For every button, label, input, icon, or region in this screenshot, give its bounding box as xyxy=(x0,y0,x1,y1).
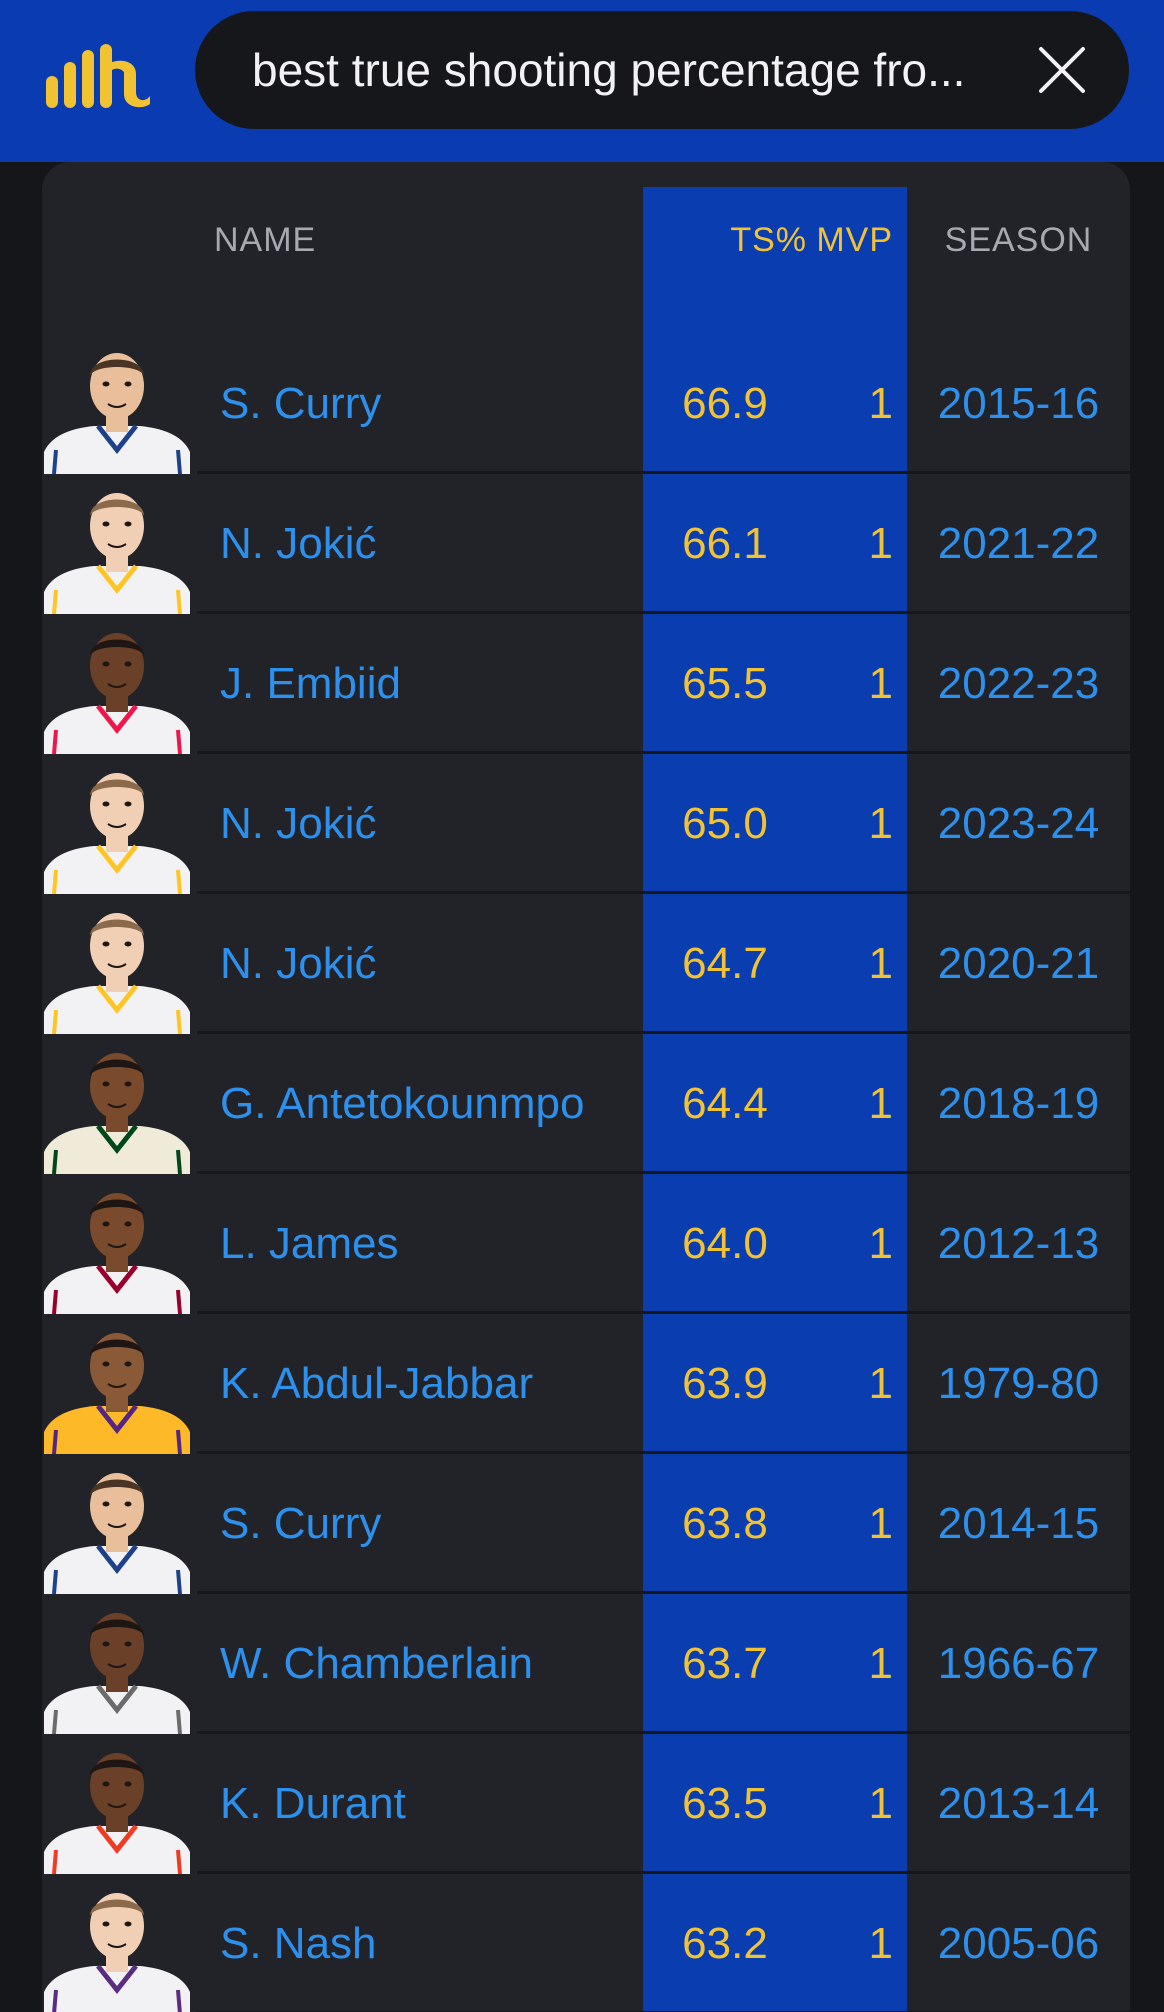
mvp-value: 1 xyxy=(868,1639,893,1688)
ts-value: 63.7 xyxy=(682,1639,768,1688)
player-name[interactable]: N. Jokić xyxy=(220,474,376,614)
player-name[interactable]: G. Antetokounmpo xyxy=(220,1034,584,1174)
ts-value: 64.4 xyxy=(682,1079,768,1128)
player-name[interactable]: N. Jokić xyxy=(220,754,376,894)
season-value[interactable]: 2012-13 xyxy=(907,1174,1130,1314)
ts-value: 63.2 xyxy=(682,1919,768,1968)
ts-value: 66.9 xyxy=(682,379,768,428)
ts-value: 63.5 xyxy=(682,1779,768,1828)
table-row[interactable]: W. Chamberlain 63.7 1 1966-67 xyxy=(42,1594,1130,1734)
mvp-value: 1 xyxy=(868,1079,893,1128)
mvp-value: 1 xyxy=(868,519,893,568)
player-avatar xyxy=(42,1174,192,1314)
player-name[interactable]: S. Nash xyxy=(220,1874,377,2012)
mvp-value: 1 xyxy=(868,799,893,848)
table-row[interactable]: N. Jokić 66.1 1 2021-22 xyxy=(42,474,1130,614)
ts-value: 64.7 xyxy=(682,939,768,988)
table-row[interactable]: K. Abdul-Jabbar 63.9 1 1979-80 xyxy=(42,1314,1130,1454)
table-row[interactable]: S. Curry 63.8 1 2014-15 xyxy=(42,1454,1130,1594)
player-avatar xyxy=(42,894,192,1034)
season-value[interactable]: 2020-21 xyxy=(907,894,1130,1034)
search-query[interactable]: best true shooting percentage fro... xyxy=(252,11,992,129)
season-value[interactable]: 1966-67 xyxy=(907,1594,1130,1734)
search-bar[interactable]: best true shooting percentage fro... xyxy=(195,11,1129,129)
table-row[interactable]: G. Antetokounmpo 64.4 1 2018-19 xyxy=(42,1034,1130,1174)
season-value[interactable]: 1979-80 xyxy=(907,1314,1130,1454)
table-header: NAME TS% MVP SEASON xyxy=(42,162,1130,334)
table-row[interactable]: L. James 64.0 1 2012-13 xyxy=(42,1174,1130,1314)
season-value[interactable]: 2023-24 xyxy=(907,754,1130,894)
ts-value: 64.0 xyxy=(682,1219,768,1268)
season-value[interactable]: 2014-15 xyxy=(907,1454,1130,1594)
table-row[interactable]: N. Jokić 65.0 1 2023-24 xyxy=(42,754,1130,894)
mvp-value: 1 xyxy=(868,1219,893,1268)
mvp-value: 1 xyxy=(868,939,893,988)
player-avatar xyxy=(42,1594,192,1734)
table-row[interactable]: J. Embiid 65.5 1 2022-23 xyxy=(42,614,1130,754)
player-avatar xyxy=(42,1734,192,1874)
top-bar: best true shooting percentage fro... xyxy=(0,0,1164,162)
header-ts[interactable]: TS% xyxy=(643,221,807,260)
player-name[interactable]: L. James xyxy=(220,1174,399,1314)
mvp-value: 1 xyxy=(868,1779,893,1828)
player-avatar xyxy=(42,1454,192,1594)
close-icon[interactable] xyxy=(1037,45,1087,95)
mvp-value: 1 xyxy=(868,379,893,428)
ts-value: 63.8 xyxy=(682,1499,768,1548)
season-value[interactable]: 2013-14 xyxy=(907,1734,1130,1874)
player-name[interactable]: J. Embiid xyxy=(220,614,401,754)
player-avatar xyxy=(42,1874,192,2012)
season-value[interactable]: 2018-19 xyxy=(907,1034,1130,1174)
player-avatar xyxy=(42,334,192,474)
mvp-value: 1 xyxy=(868,1359,893,1408)
header-season[interactable]: SEASON xyxy=(907,221,1130,260)
season-value[interactable]: 2022-23 xyxy=(907,614,1130,754)
header-name[interactable]: NAME xyxy=(214,221,316,260)
ts-value: 63.9 xyxy=(682,1359,768,1408)
player-name[interactable]: S. Curry xyxy=(220,334,381,474)
header-mvp[interactable]: MVP xyxy=(807,221,893,260)
player-avatar xyxy=(42,474,192,614)
player-avatar xyxy=(42,614,192,754)
ts-value: 65.0 xyxy=(682,799,768,848)
mvp-value: 1 xyxy=(868,659,893,708)
results-table: NAME TS% MVP SEASON S. Curry 66.9 1 2015-16… xyxy=(42,162,1130,2012)
app-logo-icon[interactable] xyxy=(46,44,150,108)
season-value[interactable]: 2021-22 xyxy=(907,474,1130,614)
season-value[interactable]: 2015-16 xyxy=(907,334,1130,474)
mvp-value: 1 xyxy=(868,1499,893,1548)
table-row[interactable]: K. Durant 63.5 1 2013-14 xyxy=(42,1734,1130,1874)
table-row[interactable]: S. Curry 66.9 1 2015-16 xyxy=(42,334,1130,474)
player-name[interactable]: S. Curry xyxy=(220,1454,381,1594)
player-name[interactable]: K. Abdul-Jabbar xyxy=(220,1314,533,1454)
table-row[interactable]: S. Nash 63.2 1 2005-06 xyxy=(42,1874,1130,2012)
player-avatar xyxy=(42,1314,192,1454)
ts-value: 66.1 xyxy=(682,519,768,568)
player-avatar xyxy=(42,754,192,894)
table-row[interactable]: N. Jokić 64.7 1 2020-21 xyxy=(42,894,1130,1034)
player-name[interactable]: K. Durant xyxy=(220,1734,406,1874)
season-value[interactable]: 2005-06 xyxy=(907,1874,1130,2012)
mvp-value: 1 xyxy=(868,1919,893,1968)
ts-value: 65.5 xyxy=(682,659,768,708)
player-name[interactable]: W. Chamberlain xyxy=(220,1594,533,1734)
player-name[interactable]: N. Jokić xyxy=(220,894,376,1034)
player-avatar xyxy=(42,1034,192,1174)
